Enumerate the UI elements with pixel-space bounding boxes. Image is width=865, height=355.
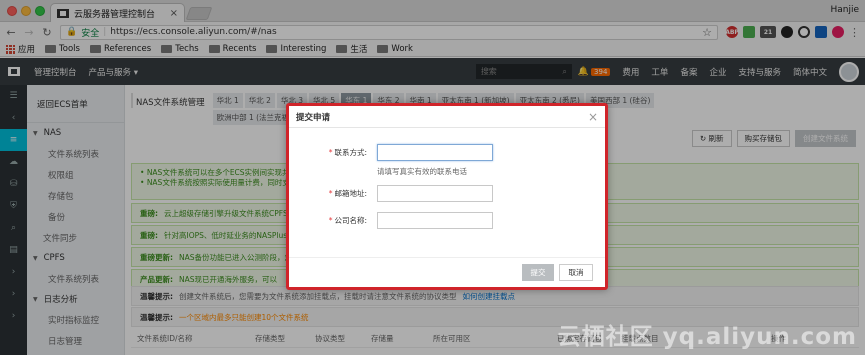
submit-application-dialog: 提交申请 × * 联系方式: 请填写真实有效的联系电话 * 邮箱地址: * 公司名称:… xyxy=(286,103,608,290)
field-label: * 公司名称: xyxy=(328,216,367,225)
cancel-button[interactable]: 取消 xyxy=(559,264,593,281)
dialog-footer: 提交 取消 xyxy=(289,257,605,287)
company-field-row: * 公司名称: xyxy=(289,212,605,229)
contact-input[interactable] xyxy=(377,144,493,161)
close-icon[interactable]: × xyxy=(588,110,598,124)
dialog-title: 提交申请 xyxy=(296,112,331,123)
email-input[interactable] xyxy=(377,185,493,202)
contact-hint: 请填写真实有效的联系电话 xyxy=(377,167,467,176)
company-input[interactable] xyxy=(377,212,493,229)
field-label: * 邮箱地址: xyxy=(328,189,367,198)
contact-field-row: * 联系方式: xyxy=(289,144,605,161)
dialog-header: 提交申请 × xyxy=(289,106,605,128)
watermark: 云栖社区 yq.aliyun.com xyxy=(557,324,857,350)
email-field-row: * 邮箱地址: xyxy=(289,185,605,202)
field-label: * 联系方式: xyxy=(328,148,367,157)
submit-button[interactable]: 提交 xyxy=(522,264,554,281)
